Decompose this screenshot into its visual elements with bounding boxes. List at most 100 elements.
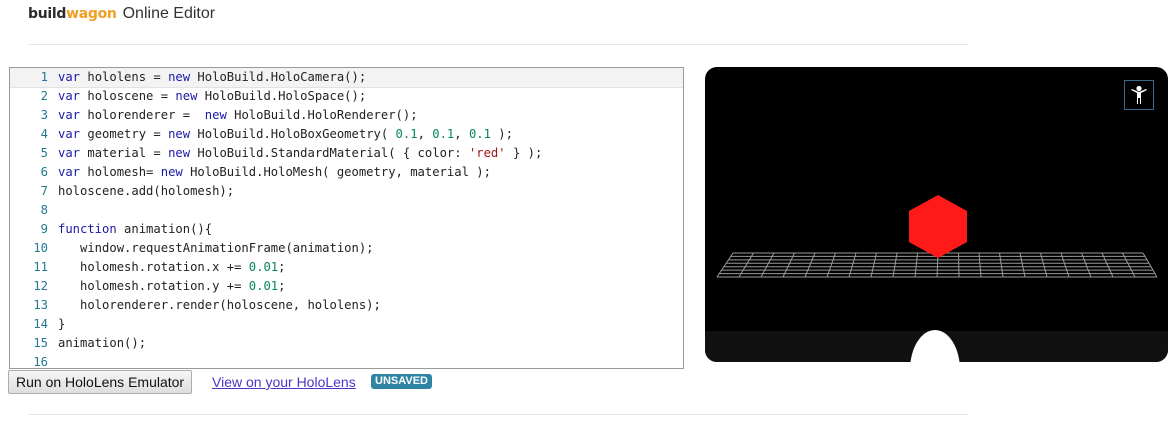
- code-token: holoscene.add(holomesh);: [58, 184, 235, 198]
- code-token: HoloBuild.HoloBoxGeometry(: [190, 127, 396, 141]
- header-divider: [28, 44, 968, 45]
- code-token: holorenderer =: [80, 108, 205, 122]
- code-editor[interactable]: 1 var hololens = new HoloBuild.HoloCamera…: [9, 67, 684, 369]
- code-line[interactable]: 11 holomesh.rotation.x += 0.01;: [10, 258, 683, 277]
- code-token: HoloBuild.HoloRenderer();: [226, 108, 418, 122]
- code-token: var: [58, 146, 81, 160]
- line-number: 11: [33, 260, 48, 274]
- code-token: ;: [278, 260, 286, 274]
- code-line[interactable]: 7 holoscene.add(holomesh);: [10, 182, 683, 201]
- code-token: 0.01: [248, 279, 279, 293]
- code-token: HoloBuild.StandardMaterial( { color:: [190, 146, 469, 160]
- code-text: function animation(){: [58, 220, 212, 239]
- code-text: holorenderer.render(holoscene, hololens)…: [58, 296, 381, 315]
- logo-wagon-text: wagon: [66, 6, 117, 22]
- code-token: var: [58, 127, 81, 141]
- line-number: 12: [33, 279, 48, 293]
- line-number: 3: [40, 108, 48, 122]
- line-number: 7: [40, 184, 48, 198]
- code-text: holomesh.rotation.y += 0.01;: [58, 277, 285, 296]
- code-token: 0.1: [395, 127, 418, 141]
- code-line[interactable]: 13 holorenderer.render(holoscene, holole…: [10, 296, 683, 315]
- app-header: buildwagon Online Editor: [28, 5, 215, 27]
- code-token: );: [490, 127, 513, 141]
- code-token: new: [168, 70, 191, 84]
- code-token: new: [160, 165, 183, 179]
- code-token: 0.1: [468, 127, 491, 141]
- code-token: HoloBuild.HoloCamera();: [190, 70, 367, 84]
- logo-build-text: build: [28, 6, 67, 22]
- code-token: HoloBuild.HoloSpace();: [197, 89, 367, 103]
- app-title: Online Editor: [122, 5, 216, 22]
- code-token: 0.1: [432, 127, 455, 141]
- code-line[interactable]: 5 var material = new HoloBuild.StandardMa…: [10, 144, 683, 163]
- code-text: var holorenderer = new HoloBuild.HoloRen…: [58, 106, 418, 125]
- buildwagon-logo[interactable]: buildwagon: [28, 6, 117, 22]
- code-text: var geometry = new HoloBuild.HoloBoxGeom…: [58, 125, 513, 144]
- line-number: 16: [33, 355, 48, 369]
- code-text: holomesh.rotation.x += 0.01;: [58, 258, 285, 277]
- code-line[interactable]: 6 var holomesh= new HoloBuild.HoloMesh( g…: [10, 163, 683, 182]
- code-token: new: [168, 127, 191, 141]
- code-token: holorenderer.render(holoscene, hololens)…: [58, 298, 381, 312]
- code-token: function: [58, 222, 117, 236]
- line-number: 15: [33, 336, 48, 350]
- view-on-hololens-link[interactable]: View on your HoloLens: [212, 374, 356, 390]
- code-line[interactable]: 3 var holorenderer = new HoloBuild.HoloRe…: [10, 106, 683, 125]
- code-token: new: [175, 89, 198, 103]
- code-line[interactable]: 8: [10, 201, 683, 220]
- line-number: 10: [33, 241, 48, 255]
- code-line[interactable]: 4 var geometry = new HoloBuild.HoloBoxGeo…: [10, 125, 683, 144]
- code-token: new: [204, 108, 227, 122]
- code-text: var material = new HoloBuild.StandardMat…: [58, 144, 542, 163]
- code-text: var hololens = new HoloBuild.HoloCamera(…: [58, 68, 366, 87]
- scene-canvas: [716, 195, 1158, 278]
- code-token: HoloBuild.HoloMesh( geometry, material )…: [182, 165, 491, 179]
- code-text: holoscene.add(holomesh);: [58, 182, 234, 201]
- code-token: holomesh.rotation.x +=: [58, 260, 249, 274]
- code-line[interactable]: 9 function animation(){: [10, 220, 683, 239]
- run-on-emulator-button[interactable]: Run on HoloLens Emulator: [8, 370, 193, 394]
- code-token: 'red': [468, 146, 506, 160]
- code-text: }: [58, 315, 65, 334]
- line-number: 1: [40, 70, 48, 84]
- code-token: material =: [80, 146, 169, 160]
- code-token: animation(){: [116, 222, 213, 236]
- code-token: ,: [454, 127, 469, 141]
- code-token: window.requestAnimationFrame(animation);: [58, 241, 374, 255]
- line-number: 9: [40, 222, 48, 236]
- view-mode-button[interactable]: [1124, 80, 1154, 110]
- line-number: 14: [33, 317, 48, 331]
- line-number: 8: [40, 203, 48, 217]
- code-line[interactable]: 12 holomesh.rotation.y += 0.01;: [10, 277, 683, 296]
- grid-line: [958, 252, 960, 278]
- code-token: 0.01: [248, 260, 279, 274]
- code-token: animation();: [58, 336, 147, 350]
- line-number: 5: [40, 146, 48, 160]
- code-token: holomesh=: [80, 165, 161, 179]
- code-line[interactable]: 1 var hololens = new HoloBuild.HoloCamera…: [10, 68, 683, 88]
- line-number: 6: [40, 165, 48, 179]
- code-line[interactable]: 10 window.requestAnimationFrame(animatio…: [10, 239, 683, 258]
- code-token: new: [168, 146, 191, 160]
- code-line[interactable]: 14}: [10, 315, 683, 334]
- code-token: hololens =: [80, 70, 169, 84]
- code-token: ;: [278, 279, 286, 293]
- hololens-emulator-view[interactable]: [705, 67, 1168, 362]
- code-token: }: [58, 317, 66, 331]
- code-token: var: [58, 70, 81, 84]
- code-token: var: [58, 89, 81, 103]
- line-number: 2: [40, 89, 48, 103]
- code-token: geometry =: [80, 127, 169, 141]
- footer-divider: [28, 414, 968, 415]
- code-token: var: [58, 165, 81, 179]
- code-line[interactable]: 16: [10, 353, 683, 369]
- code-token: ,: [417, 127, 433, 141]
- code-token: holoscene =: [80, 89, 176, 103]
- code-line[interactable]: 15 animation();: [10, 334, 683, 353]
- code-text: window.requestAnimationFrame(animation);: [58, 239, 374, 258]
- code-token: var: [58, 108, 81, 122]
- code-line[interactable]: 2 var holoscene = new HoloBuild.HoloSpace…: [10, 87, 683, 106]
- code-token: } );: [505, 146, 543, 160]
- line-number: 13: [33, 298, 48, 312]
